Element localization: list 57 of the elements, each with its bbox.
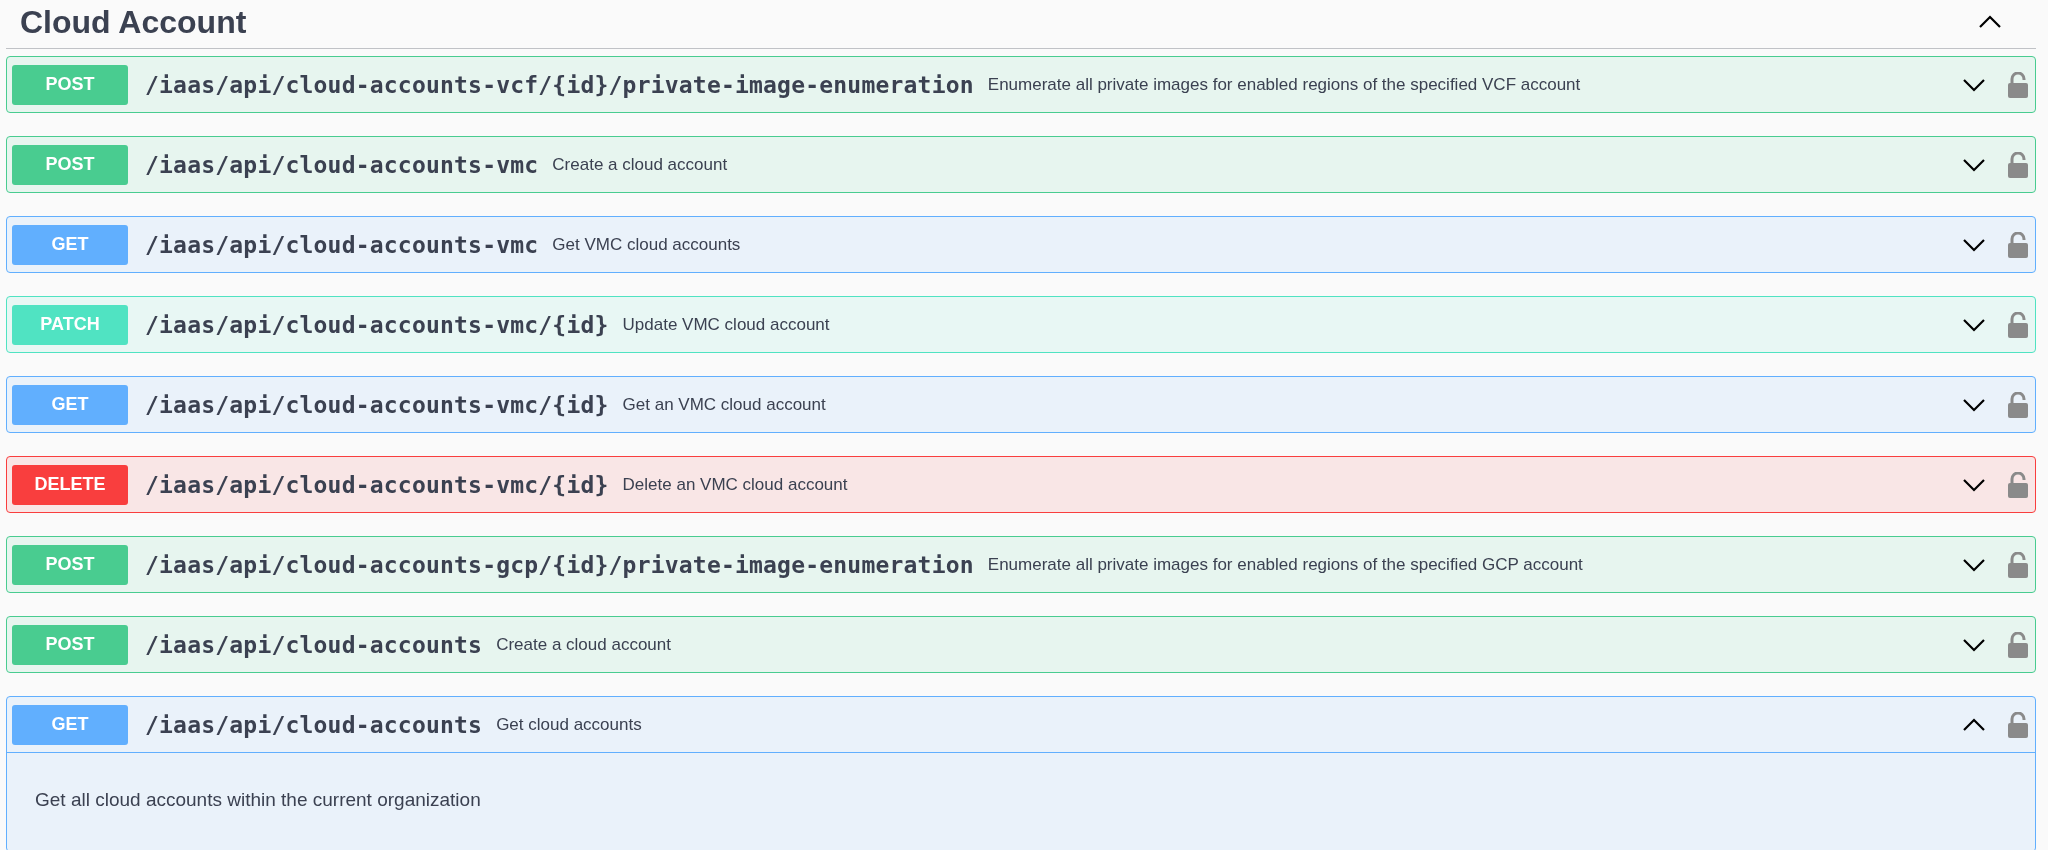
operation-header[interactable]: POST /iaas/api/cloud-accounts-gcp/{id}/private-image-enumeration Enumerate all private images for enabled regions of the specified GCP account <box>7 537 2035 592</box>
endpoint-path: /iaas/api/cloud-accounts-vmc <box>145 231 539 258</box>
expand-icon[interactable] <box>1962 237 1986 252</box>
collapse-icon[interactable] <box>1978 15 2002 29</box>
operation-header[interactable]: GET /iaas/api/cloud-accounts-vmc/{id} Get an VMC cloud account <box>7 377 2035 432</box>
unlocked-lock-icon[interactable] <box>2008 471 2028 498</box>
collapse-icon[interactable] <box>1962 717 1986 732</box>
endpoint-path: /iaas/api/cloud-accounts-vmc <box>145 151 539 178</box>
operation-header[interactable]: POST /iaas/api/cloud-accounts-vcf/{id}/private-image-enumeration Enumerate all private images for enabled regions of the specified VCF account <box>7 57 2035 112</box>
operation-header[interactable]: GET /iaas/api/cloud-accounts-vmc Get VMC cloud accounts <box>7 217 2035 272</box>
expand-icon[interactable] <box>1962 157 1986 172</box>
operation-header[interactable]: GET /iaas/api/cloud-accounts Get cloud accounts <box>7 697 2035 753</box>
unlocked-lock-icon[interactable] <box>2008 231 2028 258</box>
operation-header[interactable]: POST /iaas/api/cloud-accounts-vmc Create a cloud account <box>7 137 2035 192</box>
endpoint-path: /iaas/api/cloud-accounts-vmc/{id} <box>145 311 609 338</box>
unlocked-lock-icon[interactable] <box>2008 631 2028 658</box>
unlocked-lock-icon[interactable] <box>2008 711 2028 738</box>
expand-icon[interactable] <box>1962 557 1986 572</box>
endpoint-path: /iaas/api/cloud-accounts-vmc/{id} <box>145 391 609 418</box>
method-badge: POST <box>12 64 128 105</box>
expand-icon[interactable] <box>1962 77 1986 92</box>
expand-icon[interactable] <box>1962 477 1986 492</box>
operation-header[interactable]: POST /iaas/api/cloud-accounts Create a cloud account <box>7 617 2035 672</box>
operation-header[interactable]: PATCH /iaas/api/cloud-accounts-vmc/{id} Update VMC cloud account <box>7 297 2035 352</box>
method-badge: POST <box>12 544 128 585</box>
section-title: Cloud Account <box>20 3 247 41</box>
method-badge: DELETE <box>12 464 128 505</box>
method-badge: POST <box>12 144 128 185</box>
unlocked-lock-icon[interactable] <box>2008 311 2028 338</box>
operation-summary: Create a cloud account <box>552 154 729 175</box>
operation-header[interactable]: DELETE /iaas/api/cloud-accounts-vmc/{id} Delete an VMC cloud account <box>7 457 2035 512</box>
endpoint-path: /iaas/api/cloud-accounts <box>145 631 483 658</box>
unlocked-lock-icon[interactable] <box>2008 151 2028 178</box>
operation-summary: Delete an VMC cloud account <box>622 474 849 495</box>
endpoint-path: /iaas/api/cloud-accounts-vmc/{id} <box>145 471 609 498</box>
endpoint-path: /iaas/api/cloud-accounts-gcp/{id}/private-image-enumeration <box>145 551 974 578</box>
method-badge: PATCH <box>12 304 128 345</box>
endpoint-path: /iaas/api/cloud-accounts-vcf/{id}/private-image-enumeration <box>145 71 974 98</box>
operation-summary: Get cloud accounts <box>496 714 643 735</box>
operation-summary: Enumerate all private images for enabled regions of the specified VCF account <box>987 74 1582 95</box>
operation-summary: Enumerate all private images for enabled regions of the specified GCP account <box>987 554 1584 575</box>
expand-icon[interactable] <box>1962 317 1986 332</box>
expand-icon[interactable] <box>1962 637 1986 652</box>
operation-summary: Get an VMC cloud account <box>622 394 827 415</box>
unlocked-lock-icon[interactable] <box>2008 551 2028 578</box>
operation-summary: Update VMC cloud account <box>622 314 831 335</box>
expand-icon[interactable] <box>1962 397 1986 412</box>
unlocked-lock-icon[interactable] <box>2008 391 2028 418</box>
method-badge: GET <box>12 384 128 425</box>
method-badge: GET <box>12 704 128 745</box>
method-badge: POST <box>12 624 128 665</box>
operation-summary: Create a cloud account <box>496 634 672 655</box>
endpoint-path: /iaas/api/cloud-accounts <box>145 711 483 738</box>
method-badge: GET <box>12 224 128 265</box>
unlocked-lock-icon[interactable] <box>2008 71 2028 98</box>
operation-summary: Get VMC cloud accounts <box>552 234 742 255</box>
operation-description: Get all cloud accounts within the current organization <box>35 789 481 810</box>
